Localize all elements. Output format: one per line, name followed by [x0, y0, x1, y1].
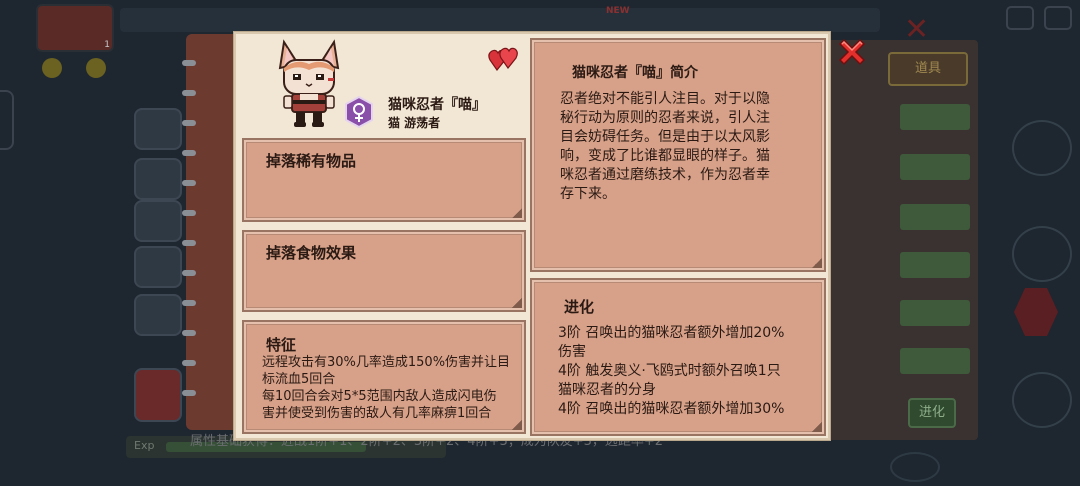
evolution-line: 3阶 召唤出的猫咪忍者额外增加20% [558, 325, 785, 341]
evolution-card: 进化 3阶 召唤出的猫咪忍者额外增加20% 伤害 4阶 触发奥义·飞鸥式时额外召… [530, 278, 826, 436]
character-name: 猫咪忍者『喵』 [388, 97, 486, 113]
left-edge-tab [0, 90, 14, 150]
intro-line: 目会妨碍任务。但是由于以太风影 [560, 129, 770, 145]
inventory-slot [134, 246, 182, 288]
book-ring [182, 270, 196, 276]
evolution-line: 伤害 [558, 344, 586, 360]
cat-ninja-sprite [278, 39, 340, 127]
book-ring [182, 360, 196, 366]
side-tab [900, 300, 970, 326]
inventory-slot [134, 200, 182, 242]
traits-title: 特征 [266, 336, 297, 354]
evolution-line: 4阶 召唤出的猫咪忍者额外增加30% [558, 401, 785, 417]
inventory-slot [134, 108, 182, 150]
right-side-panel [828, 40, 978, 440]
book-ring [182, 90, 196, 96]
evolution-text: 3阶 召唤出的猫咪忍者额外增加20% 伤害 4阶 触发奥义·飞鸥式时额外召唤1只… [558, 324, 784, 419]
items-tab: 道具 [888, 52, 968, 86]
player-avatar: 1 [36, 4, 114, 52]
right-circle-button [1012, 372, 1072, 428]
traits-line: 害并使受到伤害的敌人有几率麻痹1回合 [262, 406, 492, 421]
traits-line: 远程攻击有30%几率造成150%伤害并让目 [262, 355, 511, 370]
side-tab [900, 154, 970, 180]
intro-line: 咪忍者通过磨练技术，作为忍者幸 [560, 167, 770, 183]
traits-line: 标流血5回合 [262, 372, 336, 387]
settings-icon [1044, 6, 1072, 30]
intro-text: 忍者绝对不能引人注目。对于以隐 秘行动为原则的忍者来说，引人注 目会妨碍任务。但… [560, 90, 770, 204]
female-icon [345, 96, 373, 128]
intro-card: 猫咪忍者『喵』简介 忍者绝对不能引人注目。对于以隐 秘行动为原则的忍者来说，引人… [530, 38, 826, 272]
right-circle-button [1012, 226, 1072, 282]
evolution-line: 4阶 触发奥义·飞鸥式时额外召唤1只 [558, 363, 781, 379]
inventory-slot [134, 294, 182, 336]
inventory-slot [134, 158, 182, 200]
double-heart-icon[interactable] [488, 46, 518, 74]
evolution-title: 进化 [564, 298, 595, 316]
intro-line: 响，变成了比谁都显眼的样子。猫 [560, 148, 770, 164]
traits-text: 远程攻击有30%几率造成150%伤害并让目 标流血5回合 每10回合会对5*5范… [262, 354, 510, 422]
character-subtitle: 猫 游荡者 [388, 116, 441, 130]
menu-icon [1006, 6, 1034, 30]
book-ring [182, 180, 196, 186]
side-tab [900, 348, 970, 374]
side-tab [900, 252, 970, 278]
close-icon[interactable] [836, 36, 868, 68]
character-portrait-slot [134, 368, 182, 422]
evolution-line: 猫咪忍者的分身 [558, 382, 656, 398]
book-ring [182, 60, 196, 66]
book-ring [182, 390, 196, 396]
bottom-ring-icon [890, 452, 940, 482]
side-tab [900, 104, 970, 130]
intro-line: 存下来。 [560, 186, 616, 202]
side-tab [900, 204, 970, 230]
intro-title: 猫咪忍者『喵』简介 [572, 65, 698, 81]
book-ring [182, 300, 196, 306]
drop-food-card: 掉落食物效果 [242, 230, 526, 312]
intro-line: 秘行动为原则的忍者来说，引人注 [560, 110, 770, 126]
book-ring [182, 150, 196, 156]
evolve-button: 进化 [908, 398, 956, 428]
character-info-popup: 猫咪忍者『喵』 猫 游荡者 掉落稀有物品 掉落食物效果 特征 远程攻击有30%几… [234, 32, 830, 440]
gem-icon [86, 58, 106, 78]
exp-label: Exp [134, 439, 155, 452]
traits-line: 每10回合会对5*5范围内敌人造成闪电伤 [262, 389, 497, 404]
book-ring [182, 240, 196, 246]
top-bar [120, 8, 880, 32]
drop-food-title: 掉落食物效果 [266, 244, 357, 262]
hex-badge-icon [1014, 288, 1058, 336]
book-ring [182, 210, 196, 216]
new-tag: NEW [606, 6, 630, 16]
drop-rare-title: 掉落稀有物品 [266, 152, 357, 170]
traits-card: 特征 远程攻击有30%几率造成150%伤害并让目 标流血5回合 每10回合会对5… [242, 320, 526, 434]
book-ring [182, 120, 196, 126]
drop-rare-card: 掉落稀有物品 [242, 138, 526, 222]
book-ring [182, 330, 196, 336]
intro-line: 忍者绝对不能引人注目。对于以隐 [560, 91, 770, 107]
player-level: 1 [104, 40, 110, 50]
coin-icon [42, 58, 62, 78]
right-circle-button [1012, 120, 1072, 176]
